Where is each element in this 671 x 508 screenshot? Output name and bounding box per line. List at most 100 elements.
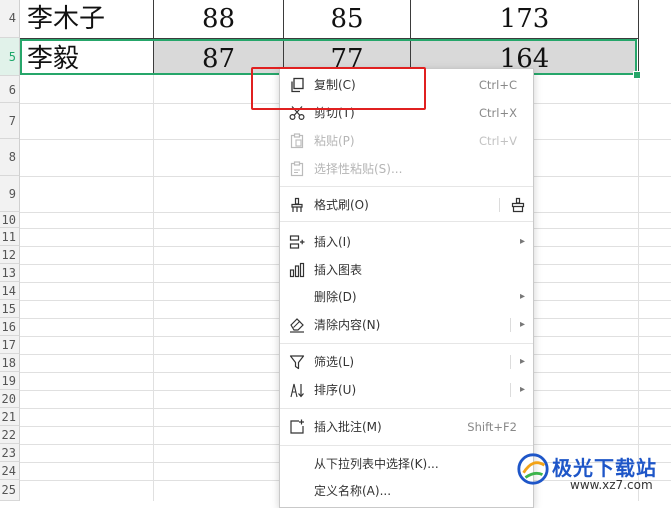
row-header-24[interactable]: 24	[0, 462, 20, 480]
eraser-icon	[290, 318, 304, 333]
menu-item-label: 从下拉列表中选择(K)...	[314, 457, 439, 471]
row-header-6[interactable]: 6	[0, 76, 20, 103]
row-header-7[interactable]: 7	[0, 103, 20, 139]
table-border	[638, 0, 639, 75]
row-header-19[interactable]: 19	[0, 372, 20, 390]
table-border	[20, 38, 638, 39]
row-header-20[interactable]: 20	[0, 390, 20, 408]
menu-item-label: 筛选(L)	[314, 355, 355, 369]
row-header-label: 11	[1, 230, 16, 244]
menu-item-label: 清除内容(N)	[314, 318, 381, 332]
watermark: 极光下载站 www.xz7.com	[512, 444, 671, 501]
menu-item-label: 插入(I)	[314, 235, 351, 249]
table-cell[interactable]: 85	[284, 0, 410, 38]
menu-separator	[280, 221, 533, 222]
menu-item-label: 格式刷(O)	[314, 198, 369, 212]
shortcut-label: Shift+F2	[467, 420, 517, 434]
watermark-url: www.xz7.com	[570, 478, 653, 492]
menu-divider	[510, 383, 511, 397]
row-header-14[interactable]: 14	[0, 282, 20, 300]
copy-icon	[291, 77, 304, 93]
menu-item-filter[interactable]: 筛选(L) ▸	[280, 348, 533, 376]
table-cell[interactable]: 87	[154, 40, 283, 75]
menu-item-label: 选择性粘贴(S)...	[314, 162, 403, 176]
submenu-arrow-icon: ▸	[519, 291, 525, 302]
menu-item-insert[interactable]: 插入(I) ▸	[280, 228, 533, 256]
row-header-label: 5	[8, 50, 16, 64]
menu-separator	[280, 343, 533, 344]
row-header-label: 23	[1, 446, 16, 460]
table-cell-name[interactable]: 李木子	[21, 0, 153, 38]
menu-item-label: 粘贴(P)	[314, 134, 355, 148]
shortcut-label: Ctrl+X	[479, 106, 517, 120]
row-header-label: 18	[1, 356, 16, 370]
row-header-9[interactable]: 9	[0, 176, 20, 212]
submenu-arrow-icon: ▸	[519, 319, 525, 330]
bar-chart-icon	[289, 262, 305, 278]
menu-item-cut[interactable]: 剪切(T) Ctrl+X	[280, 99, 533, 127]
menu-item-paste[interactable]: 粘贴(P) Ctrl+V	[280, 127, 533, 155]
paste-special-icon	[290, 161, 304, 177]
shortcut-label: Ctrl+C	[478, 78, 517, 92]
fill-handle[interactable]	[633, 71, 641, 79]
comment-icon	[290, 419, 304, 434]
row-header-8[interactable]: 8	[0, 139, 20, 176]
row-header-label: 22	[1, 428, 16, 442]
format-brush-icon	[291, 197, 303, 212]
format-brush-icon[interactable]	[509, 196, 527, 214]
row-header-label: 7	[8, 114, 16, 128]
menu-item-delete[interactable]: 删除(D) ▸	[280, 283, 533, 311]
menu-separator	[280, 408, 533, 409]
table-cell-name[interactable]: 李毅	[21, 40, 153, 75]
menu-divider	[510, 318, 511, 332]
scissors-icon	[289, 106, 305, 121]
menu-item-label: 复制(C)	[314, 78, 356, 92]
menu-item-insert-chart[interactable]: 插入图表	[280, 256, 533, 284]
row-header-label: 15	[1, 302, 16, 316]
row-header-25[interactable]: 25	[0, 480, 20, 501]
insert-row-icon	[289, 235, 305, 249]
row-header-label: 12	[1, 248, 16, 262]
row-header-23[interactable]: 23	[0, 444, 20, 462]
table-cell[interactable]: 173	[411, 0, 638, 38]
row-header-label: 21	[1, 410, 16, 424]
menu-item-paste-special[interactable]: 选择性粘贴(S)...	[280, 155, 533, 183]
menu-item-sort[interactable]: 排序(U) ▸	[280, 376, 533, 404]
menu-item-label: 定义名称(A)...	[314, 484, 392, 498]
row-header-10[interactable]: 10	[0, 212, 20, 228]
menu-divider	[499, 198, 500, 212]
menu-separator	[280, 445, 533, 446]
row-header-label: 6	[8, 83, 16, 97]
row-header-label: 10	[1, 213, 16, 227]
row-header-18[interactable]: 18	[0, 354, 20, 372]
row-header-label: 14	[1, 284, 16, 298]
row-header-21[interactable]: 21	[0, 408, 20, 426]
menu-item-format-painter[interactable]: 格式刷(O)	[280, 191, 533, 219]
row-header-label: 17	[1, 338, 16, 352]
row-header-5[interactable]: 5	[0, 38, 20, 76]
row-header-label: 16	[1, 320, 16, 334]
menu-item-label: 排序(U)	[314, 383, 357, 397]
row-header-15[interactable]: 15	[0, 300, 20, 318]
row-header-11[interactable]: 11	[0, 228, 20, 246]
menu-item-clear-contents[interactable]: 清除内容(N) ▸	[280, 311, 533, 339]
row-header-17[interactable]: 17	[0, 336, 20, 354]
row-header-12[interactable]: 12	[0, 246, 20, 264]
row-header-label: 19	[1, 374, 16, 388]
table-cell[interactable]: 88	[154, 0, 283, 38]
row-header-label: 20	[1, 392, 16, 406]
row-header-label: 9	[8, 187, 16, 201]
menu-item-copy[interactable]: 复制(C) Ctrl+C	[280, 71, 533, 99]
menu-separator	[280, 186, 533, 187]
row-header-16[interactable]: 16	[0, 318, 20, 336]
menu-item-label: 插入图表	[314, 263, 363, 277]
row-header-13[interactable]: 13	[0, 264, 20, 282]
row-header-22[interactable]: 22	[0, 426, 20, 444]
menu-item-label: 删除(D)	[314, 290, 357, 304]
row-header-label: 24	[1, 464, 16, 478]
filter-funnel-icon	[289, 355, 305, 370]
row-header-4[interactable]: 4	[0, 0, 20, 38]
row-header-label: 8	[8, 150, 16, 164]
menu-item-pick-from-list[interactable]: 从下拉列表中选择(K)...	[280, 450, 533, 478]
menu-item-insert-comment[interactable]: 插入批注(M) Shift+F2	[280, 413, 533, 441]
